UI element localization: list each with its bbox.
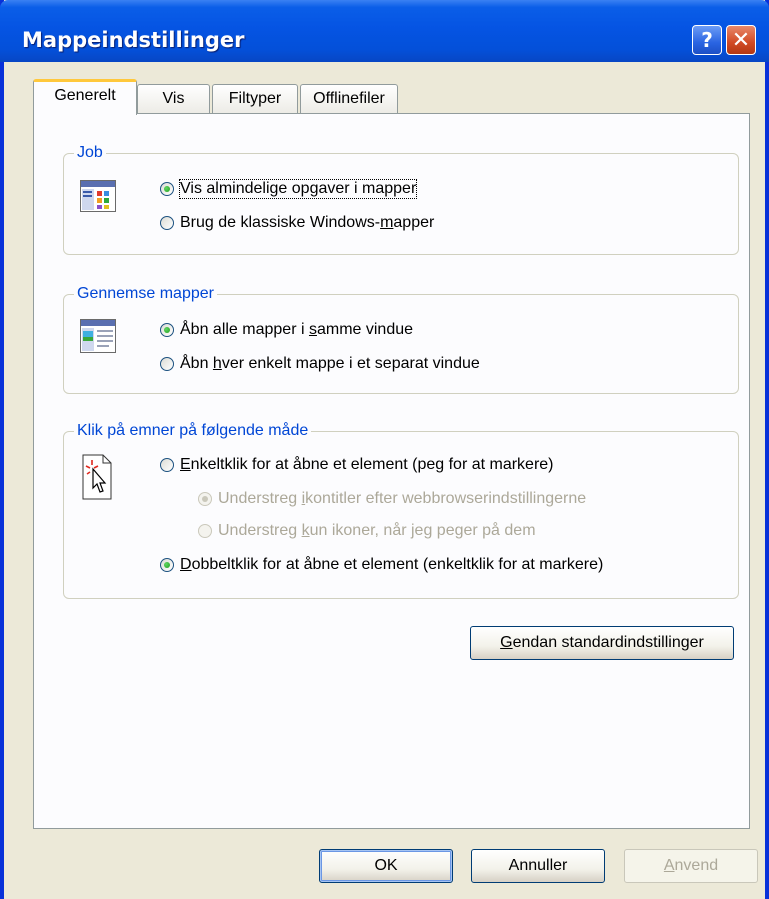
radio-label: Åbn hver enkelt mappe i et separat vindu…: [180, 355, 480, 372]
radio-button[interactable]: [160, 182, 174, 196]
close-button[interactable]: ✕: [726, 25, 756, 55]
tab-panel-generelt: Job Vis almindelige opgaver i mapper Bru…: [33, 113, 750, 829]
click-items-group: Klik på emner på følgende måde Enkeltkli…: [63, 421, 739, 599]
title-bar[interactable]: Mappeindstillinger ? ✕: [0, 0, 769, 62]
tab-label: Generelt: [54, 87, 116, 104]
radio-underline-browser[interactable]: Understreg ikontitler efter webbrowserin…: [198, 490, 586, 508]
browse-group-title: Gennemse mapper: [74, 284, 217, 304]
radio-label: Understreg kun ikoner, når jeg peger på …: [218, 522, 536, 539]
tab-label: Vis: [162, 90, 185, 107]
browse-window-icon: [80, 319, 116, 358]
click-group-title: Klik på emner på følgende måde: [74, 421, 312, 441]
radio-label: Åbn alle mapper i samme vindue: [180, 321, 414, 338]
radio-button[interactable]: [160, 558, 174, 572]
ok-label: OK: [374, 857, 398, 874]
ok-button[interactable]: OK: [319, 849, 453, 883]
apply-button[interactable]: Anvend: [624, 849, 758, 883]
cancel-label: Annuller: [508, 857, 568, 874]
radio-button[interactable]: [198, 492, 212, 506]
restore-defaults-button[interactable]: Gendan standardindstillinger: [470, 626, 734, 660]
radio-button[interactable]: [160, 323, 174, 337]
cancel-button[interactable]: Annuller: [471, 849, 605, 883]
job-group-title: Job: [74, 143, 106, 163]
window-title: Mappeindstillinger: [22, 28, 245, 52]
tab-label: Filtyper: [228, 90, 282, 107]
radio-separate-window[interactable]: Åbn hver enkelt mappe i et separat vindu…: [160, 355, 480, 373]
folder-options-dialog: Mappeindstillinger ? ✕ Generelt Vis Filt…: [0, 0, 769, 899]
radio-underline-hover[interactable]: Understreg kun ikoner, når jeg peger på …: [198, 522, 536, 540]
tab-offlinefiler[interactable]: Offlinefiler: [300, 84, 398, 114]
radio-button[interactable]: [198, 524, 212, 538]
browse-folders-group: Gennemse mapper Åbn alle mapper i samme …: [63, 284, 739, 394]
click-pointer-icon: [82, 454, 112, 505]
tab-generelt[interactable]: Generelt: [33, 79, 137, 115]
radio-classic-folders[interactable]: Brug de klassiske Windows-mapper: [160, 214, 434, 232]
tab-label: Offlinefiler: [313, 90, 385, 107]
radio-same-window[interactable]: Åbn alle mapper i samme vindue: [160, 321, 413, 339]
radio-label: Dobbeltklik for at åbne et element (enke…: [180, 556, 604, 573]
job-group: Job Vis almindelige opgaver i mapper Bru…: [63, 143, 739, 255]
radio-double-click[interactable]: Dobbeltklik for at åbne et element (enke…: [160, 556, 603, 574]
radio-single-click[interactable]: Enkeltklik for at åbne et element (peg f…: [160, 456, 554, 474]
tab-vis[interactable]: Vis: [137, 84, 210, 114]
radio-common-tasks[interactable]: Vis almindelige opgaver i mapper: [160, 179, 418, 199]
radio-label: Understreg ikontitler efter webbrowserin…: [218, 490, 587, 507]
task-pane-folder-icon: [80, 180, 116, 217]
close-icon: ✕: [731, 27, 751, 53]
radio-button[interactable]: [160, 357, 174, 371]
help-icon: ?: [701, 28, 713, 52]
radio-label: Brug de klassiske Windows-mapper: [180, 214, 435, 231]
radio-label: Vis almindelige opgaver i mapper: [178, 179, 418, 199]
help-button[interactable]: ?: [692, 25, 722, 55]
radio-button[interactable]: [160, 458, 174, 472]
tab-filtyper[interactable]: Filtyper: [212, 84, 298, 114]
radio-button[interactable]: [160, 216, 174, 230]
radio-label: Enkeltklik for at åbne et element (peg f…: [180, 456, 554, 473]
